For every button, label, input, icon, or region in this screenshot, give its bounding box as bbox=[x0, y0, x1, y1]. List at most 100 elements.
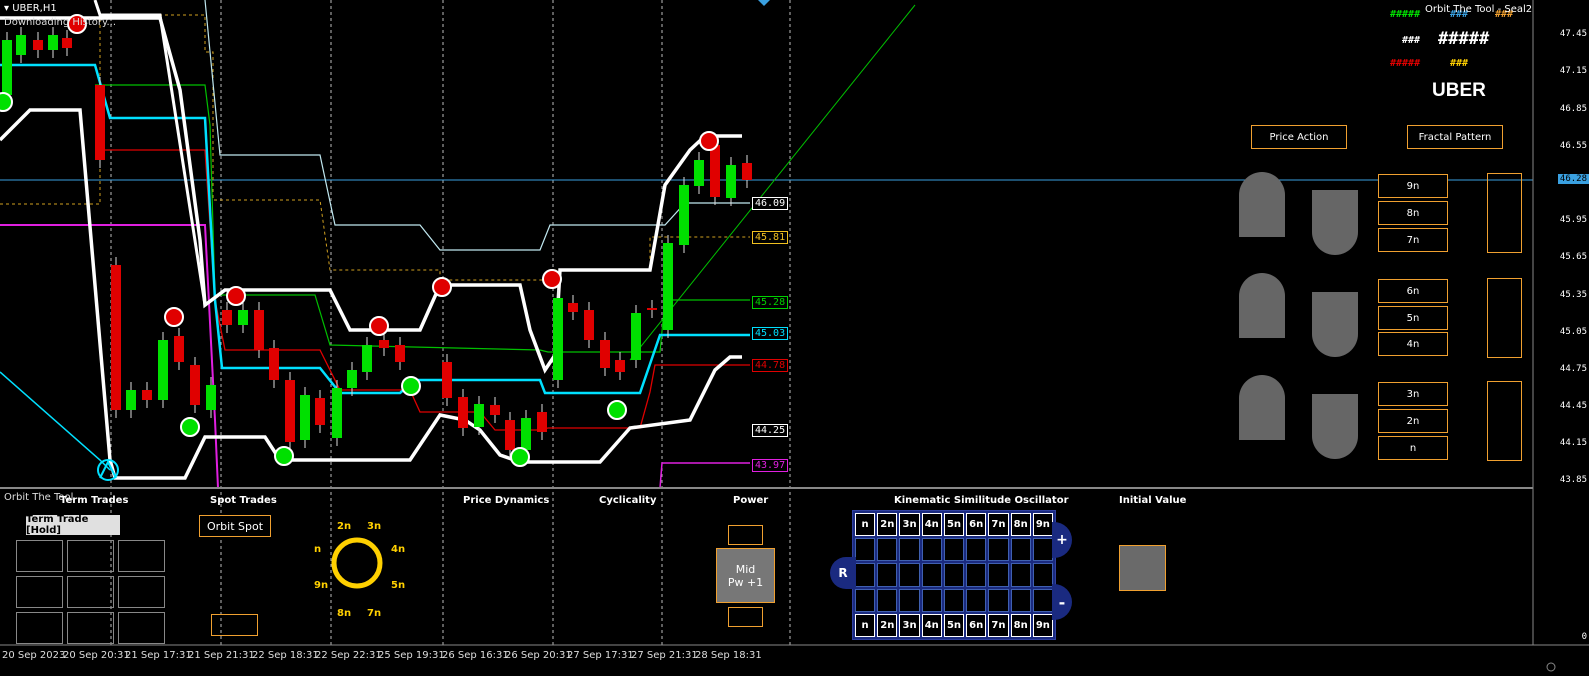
k-cell[interactable] bbox=[966, 588, 987, 612]
level-7n-button[interactable]: 7n bbox=[1378, 228, 1448, 252]
k-footer-cell[interactable]: 5n bbox=[943, 613, 965, 637]
k-header-cell[interactable]: 3n bbox=[899, 513, 920, 537]
k-footer-cell[interactable]: 9n bbox=[1032, 613, 1053, 637]
k-footer-cell[interactable]: 6n bbox=[966, 613, 987, 637]
level-6n-button[interactable]: 6n bbox=[1378, 279, 1448, 303]
trough-marker bbox=[0, 92, 13, 112]
k-cell[interactable] bbox=[877, 563, 898, 587]
level-9n-button[interactable]: 9n bbox=[1378, 174, 1448, 198]
reset-button[interactable]: R bbox=[830, 557, 856, 589]
k-footer-cell[interactable]: 3n bbox=[899, 613, 920, 637]
k-cell[interactable] bbox=[1010, 563, 1031, 587]
k-header-cell[interactable]: 2n bbox=[877, 513, 898, 537]
k-header-cell[interactable]: 9n bbox=[1032, 513, 1053, 537]
level-8n-button[interactable]: 8n bbox=[1378, 201, 1448, 225]
price-action-button[interactable]: Price Action bbox=[1251, 125, 1347, 149]
grid-cell[interactable] bbox=[16, 576, 63, 608]
k-cell[interactable] bbox=[899, 588, 920, 612]
k-cell[interactable] bbox=[966, 538, 987, 562]
level-4n-button[interactable]: 4n bbox=[1378, 332, 1448, 356]
grid-cell[interactable] bbox=[118, 540, 165, 572]
u-shape bbox=[1312, 190, 1358, 255]
price-tick: 45.05 bbox=[1559, 327, 1587, 337]
candle-body bbox=[615, 360, 625, 372]
cyclicality-label: Cyclicality bbox=[599, 495, 657, 506]
k-footer-cell[interactable]: 8n bbox=[1010, 613, 1031, 637]
fractal-slot bbox=[1487, 173, 1522, 253]
orbit-label: 8n bbox=[337, 608, 352, 619]
grid-cell[interactable] bbox=[67, 540, 114, 572]
k-header-cell[interactable]: 7n bbox=[988, 513, 1009, 537]
k-cell[interactable] bbox=[988, 588, 1009, 612]
grid-cell[interactable] bbox=[118, 576, 165, 608]
grid-cell[interactable] bbox=[67, 576, 114, 608]
k-cell[interactable] bbox=[877, 588, 898, 612]
trough-marker bbox=[180, 417, 200, 437]
code-red: ##### bbox=[1390, 58, 1421, 69]
k-cell[interactable] bbox=[966, 563, 987, 587]
price-tick: 46.55 bbox=[1559, 141, 1587, 151]
level-2n-button[interactable]: 2n bbox=[1378, 409, 1448, 433]
power-mid-label: Mid bbox=[735, 562, 756, 576]
cyan-diagonal bbox=[0, 371, 111, 471]
k-footer-cell[interactable]: 4n bbox=[921, 613, 942, 637]
shape-column-a bbox=[1239, 172, 1285, 440]
initial-value-label: Initial Value bbox=[1119, 495, 1187, 506]
grid-cell[interactable] bbox=[16, 612, 63, 644]
k-cell[interactable] bbox=[921, 588, 942, 612]
k-header-cell[interactable]: 5n bbox=[943, 513, 965, 537]
k-cell[interactable] bbox=[988, 563, 1009, 587]
grid-cell[interactable] bbox=[118, 612, 165, 644]
candle-body bbox=[631, 313, 641, 360]
k-cell[interactable] bbox=[988, 538, 1009, 562]
k-header-cell[interactable]: 6n bbox=[966, 513, 987, 537]
k-cell[interactable] bbox=[1032, 588, 1053, 612]
power-slot-top[interactable] bbox=[728, 525, 763, 545]
fractal-pattern-button[interactable]: Fractal Pattern bbox=[1407, 125, 1503, 149]
k-cell[interactable] bbox=[1010, 588, 1031, 612]
level-5n-button[interactable]: 5n bbox=[1378, 306, 1448, 330]
grid-cell[interactable] bbox=[67, 612, 114, 644]
price-chart[interactable] bbox=[0, 0, 1589, 676]
k-cell[interactable] bbox=[1032, 563, 1053, 587]
k-cell[interactable] bbox=[921, 563, 942, 587]
k-cell[interactable] bbox=[855, 588, 876, 612]
date-tick: 27 Sep 17:31 bbox=[567, 650, 634, 661]
k-cell[interactable] bbox=[855, 563, 876, 587]
k-cell[interactable] bbox=[877, 538, 898, 562]
k-footer-cell[interactable]: 2n bbox=[877, 613, 898, 637]
candle-body bbox=[458, 397, 468, 428]
k-footer-cell[interactable]: n bbox=[855, 613, 876, 637]
spot-slot[interactable] bbox=[211, 614, 258, 636]
k-header-cell[interactable]: 8n bbox=[1010, 513, 1031, 537]
candle-body bbox=[395, 345, 405, 362]
initial-value-box[interactable] bbox=[1119, 545, 1166, 591]
resistance-line bbox=[204, 0, 750, 251]
trough-marker bbox=[510, 447, 530, 467]
k-header-cell[interactable]: 4n bbox=[921, 513, 942, 537]
k-cell[interactable] bbox=[899, 538, 920, 562]
date-tick: 28 Sep 18:31 bbox=[695, 650, 762, 661]
k-cell[interactable] bbox=[943, 588, 965, 612]
candle-body bbox=[315, 398, 325, 425]
orbit-spot-button[interactable]: Orbit Spot bbox=[199, 515, 271, 537]
current-price-tag: 46.28 bbox=[1557, 174, 1589, 184]
k-footer-cell[interactable]: 7n bbox=[988, 613, 1009, 637]
term-trade-hold-button[interactable]: Term Trade [Hold] bbox=[26, 514, 120, 536]
k-header-cell[interactable]: n bbox=[855, 513, 876, 537]
k-cell[interactable] bbox=[1032, 538, 1053, 562]
u-shape bbox=[1312, 292, 1358, 357]
k-cell[interactable] bbox=[1010, 538, 1031, 562]
level-3n-button[interactable]: 3n bbox=[1378, 382, 1448, 406]
dropdown-icon[interactable]: ▾ bbox=[4, 3, 9, 14]
price-tick: 44.15 bbox=[1559, 438, 1587, 448]
k-cell[interactable] bbox=[899, 563, 920, 587]
status-label: Downloading History... bbox=[4, 17, 117, 28]
k-cell[interactable] bbox=[855, 538, 876, 562]
k-cell[interactable] bbox=[921, 538, 942, 562]
grid-cell[interactable] bbox=[16, 540, 63, 572]
level-n-button[interactable]: n bbox=[1378, 436, 1448, 460]
k-cell[interactable] bbox=[943, 563, 965, 587]
power-slot-bottom[interactable] bbox=[728, 607, 763, 627]
k-cell[interactable] bbox=[943, 538, 965, 562]
